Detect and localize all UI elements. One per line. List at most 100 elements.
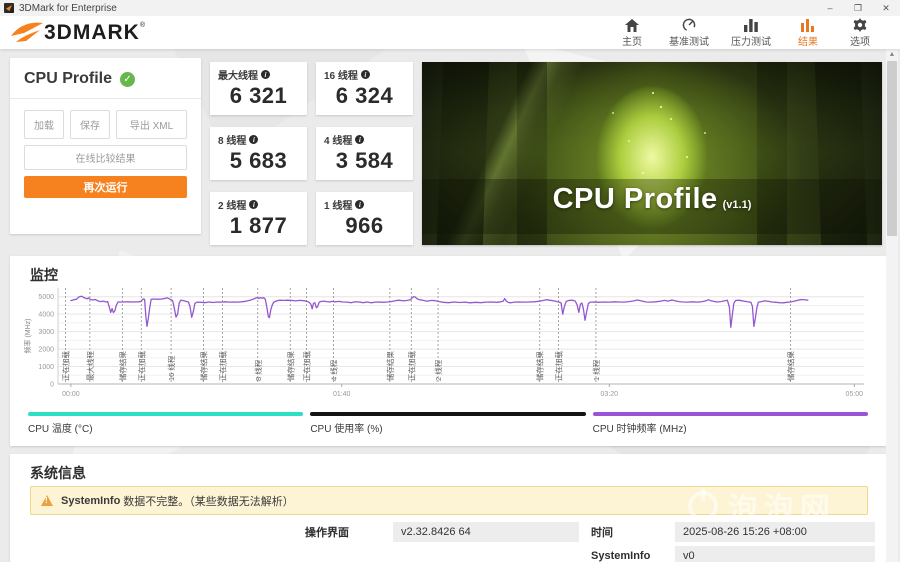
svg-text:正在加载: 正在加载 xyxy=(218,351,228,381)
brand-text: 3DMARK xyxy=(44,20,140,44)
field-value-ui: v2.32.8426 64 xyxy=(393,522,579,542)
svg-text:3000: 3000 xyxy=(38,329,54,336)
info-icon[interactable]: i xyxy=(249,200,259,209)
svg-text:最大线程: 最大线程 xyxy=(85,351,95,381)
result-title: CPU Profile xyxy=(24,70,113,87)
svg-text:1000: 1000 xyxy=(38,364,54,371)
score-value: 1 877 xyxy=(229,213,288,238)
field-label-systeminfo: SystemInfo xyxy=(591,550,651,562)
system-info-section: 系统信息 SystemInfo 数据不完整。（某些数据无法解析） 操作界面 v2… xyxy=(10,454,886,562)
warning-bold-text: SystemInfo xyxy=(61,494,121,507)
svg-text:储存结果: 储存结果 xyxy=(199,351,209,381)
svg-text:8 线程: 8 线程 xyxy=(253,359,263,381)
score-value: 3 584 xyxy=(335,148,394,173)
3dmark-swoosh-icon xyxy=(11,22,43,42)
nav-label: 结果 xyxy=(798,36,818,48)
nav-bar: 3DMARK ® 主页 基准测试 压力测试 结果 选项 xyxy=(0,16,900,49)
legend-cpu-clock[interactable]: CPU 时钟频率 (MHz) xyxy=(592,412,868,435)
maximize-button[interactable]: ❐ xyxy=(844,0,872,16)
score-value: 6 324 xyxy=(335,83,394,108)
brand-logo: 3DMARK ® xyxy=(10,20,145,46)
svg-text:01:40: 01:40 xyxy=(333,391,351,398)
svg-text:正在加载: 正在加载 xyxy=(136,351,146,381)
info-icon[interactable]: i xyxy=(261,70,270,79)
app-icon xyxy=(4,3,14,13)
monitoring-title: 监控 xyxy=(30,267,58,283)
gear-icon xyxy=(853,17,867,32)
legend-cpu-usage[interactable]: CPU 使用率 (%) xyxy=(310,412,586,435)
benchmark-hero-image: CPU Profile (v1.1) xyxy=(422,62,882,245)
info-icon[interactable]: i xyxy=(360,70,370,79)
nav-item-options[interactable]: 选项 xyxy=(834,17,886,48)
svg-text:频率 (MHz): 频率 (MHz) xyxy=(23,319,32,354)
svg-text:2 线程: 2 线程 xyxy=(433,359,443,381)
info-icon[interactable]: i xyxy=(249,135,259,144)
home-icon xyxy=(625,18,639,32)
save-button[interactable]: 保存 xyxy=(70,110,110,139)
svg-text:5000: 5000 xyxy=(38,294,54,301)
svg-text:储存结果: 储存结果 xyxy=(786,351,796,381)
legend-label: CPU 时钟频率 (MHz) xyxy=(592,424,687,435)
info-icon[interactable]: i xyxy=(355,200,365,209)
nav-item-stress-test[interactable]: 压力测试 xyxy=(720,18,782,48)
score-tile-2-threads: 2 线程 i 1 877 xyxy=(210,192,307,245)
svg-text:正在加载: 正在加载 xyxy=(406,351,416,381)
warning-icon xyxy=(41,495,53,506)
scrollbar-thumb[interactable] xyxy=(887,61,897,236)
svg-text:储存结果: 储存结果 xyxy=(117,351,127,381)
field-label-ui: 操作界面 xyxy=(305,527,349,539)
svg-text:储存结果: 储存结果 xyxy=(285,351,295,381)
close-button[interactable]: ✕ xyxy=(872,0,900,16)
nav-label: 压力测试 xyxy=(731,36,771,48)
score-value: 966 xyxy=(345,213,384,238)
legend-label: CPU 温度 (°C) xyxy=(28,424,93,435)
window-title: 3DMark for Enterprise xyxy=(19,2,117,14)
chart-legend: CPU 温度 (°C) CPU 使用率 (%) CPU 时钟频率 (MHz) xyxy=(28,412,868,435)
legend-bar-purple xyxy=(592,412,868,416)
field-label-time: 时间 xyxy=(591,527,613,539)
gauge-icon xyxy=(682,18,696,32)
svg-text:储存结果: 储存结果 xyxy=(385,351,395,381)
legend-label: CPU 使用率 (%) xyxy=(310,424,383,435)
score-value: 6 321 xyxy=(229,83,288,108)
vertical-scrollbar[interactable]: ▲ xyxy=(886,48,898,562)
export-xml-button[interactable]: 导出 XML xyxy=(116,110,187,139)
system-info-title: 系统信息 xyxy=(30,465,86,481)
minimize-button[interactable]: – xyxy=(816,0,844,16)
success-check-icon: ✓ xyxy=(120,71,136,87)
run-again-button[interactable]: 再次运行 xyxy=(24,176,187,198)
score-tile-1-thread: 1 线程 i 966 xyxy=(316,192,413,245)
svg-text:03:20: 03:20 xyxy=(601,391,619,398)
svg-text:正在加载: 正在加载 xyxy=(553,351,563,381)
score-label: 16 线程 xyxy=(324,71,358,82)
svg-text:储存结果: 储存结果 xyxy=(535,351,545,381)
svg-text:2000: 2000 xyxy=(38,347,54,354)
score-label: 2 线程 xyxy=(218,201,247,212)
legend-cpu-temperature[interactable]: CPU 温度 (°C) xyxy=(28,412,304,435)
info-icon[interactable]: i xyxy=(355,135,365,144)
hero-version: (v1.1) xyxy=(722,198,752,211)
field-value-time: 2025-08-26 15:26 +08:00 xyxy=(675,522,875,542)
score-tile-4-threads: 4 线程 i 3 584 xyxy=(316,127,413,180)
legend-bar-black xyxy=(310,412,586,416)
system-info-fields: 操作界面 v2.32.8426 64 时间 2025-08-26 15:26 +… xyxy=(305,522,875,562)
score-label: 8 线程 xyxy=(218,136,247,147)
hero-title: CPU Profile xyxy=(552,182,718,215)
score-tile-max-threads: 最大线程 i 6 321 xyxy=(210,62,307,115)
load-button[interactable]: 加载 xyxy=(24,110,64,139)
svg-text:05:00: 05:00 xyxy=(846,391,864,398)
svg-text:4000: 4000 xyxy=(38,312,54,319)
scrollbar-up-arrow[interactable]: ▲ xyxy=(886,48,898,60)
registered-mark: ® xyxy=(139,21,146,29)
monitoring-section: 监控 0 1000 2000 3000 4000 5000 00:00 01:40 03:20 0… xyxy=(10,256,886,446)
compare-online-button[interactable]: 在线比较结果 xyxy=(24,145,187,170)
nav-item-results[interactable]: 结果 xyxy=(782,18,834,48)
nav-item-benchmark[interactable]: 基准测试 xyxy=(658,18,720,48)
svg-text:4 线程: 4 线程 xyxy=(329,359,339,381)
nav-item-home[interactable]: 主页 xyxy=(606,18,658,48)
field-value-systeminfo: v0 xyxy=(675,546,875,562)
score-tile-16-threads: 16 线程 i 6 324 xyxy=(316,62,413,115)
score-label: 最大线程 xyxy=(218,71,258,82)
result-panel: CPU Profile ✓ 加载 保存 导出 XML 在线比较结果 再次运行 xyxy=(10,58,201,234)
score-label: 1 线程 xyxy=(324,201,353,212)
